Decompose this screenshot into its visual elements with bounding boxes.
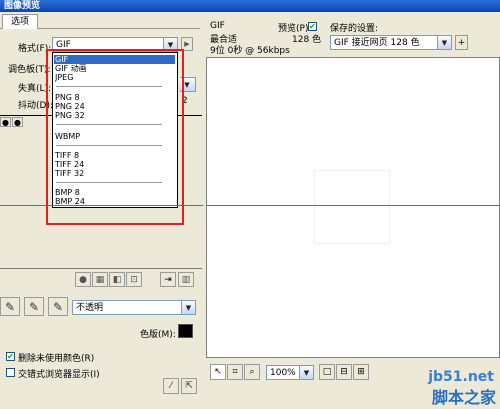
highlight-annotation [46, 49, 184, 225]
export-icon[interactable]: ⇱ [181, 378, 197, 394]
add-color-icon[interactable]: ⇥ [160, 272, 176, 287]
dot-button-right[interactable]: ● [12, 117, 23, 127]
matte-label: 色版(M): [140, 330, 176, 340]
eyedropper-icon[interactable]: ✎ [0, 297, 20, 316]
remove-unused-checkbox[interactable]: ✔ [6, 352, 15, 361]
chevron-down-icon[interactable]: ▼ [299, 366, 313, 379]
transparency-select[interactable]: 不透明 ▼ [72, 300, 196, 315]
palette-label: 调色板(T): [8, 65, 51, 75]
remove-unused-label: 删除未使用颜色(R) [18, 354, 95, 364]
saved-settings-value: GIF 接近网页 128 色 [334, 38, 420, 48]
saved-settings-select[interactable]: GIF 接近网页 128 色 ▼ [330, 35, 452, 50]
interlace-label: 交错式浏览器显示(I) [18, 370, 100, 380]
interlace-checkbox[interactable] [6, 368, 15, 377]
crop-icon[interactable]: ⌗ [227, 364, 243, 380]
preview-checkbox[interactable]: ✔ [308, 22, 317, 31]
pointer-icon[interactable]: ↖ [210, 364, 226, 380]
grid-icon[interactable]: ▦ [92, 272, 108, 287]
tab-bar: 选项 [0, 12, 200, 29]
watermark-name: 脚本之家 [431, 388, 496, 407]
preview-info-line: 9位 0秒 @ 56kbps [210, 46, 290, 56]
add-setting-button[interactable]: + [455, 35, 468, 50]
window-title: 图像预览 [0, 0, 500, 12]
wand-icon[interactable]: ⁄ [163, 378, 179, 394]
lock-icon[interactable]: ⊡ [126, 272, 142, 287]
dot-button-left[interactable]: ● [0, 117, 11, 127]
colors-count: 128 色 [292, 35, 322, 45]
preview-format-name: GIF [210, 21, 225, 31]
saved-settings-label: 保存的设置: [330, 24, 379, 34]
quad-view-icon[interactable]: ⊞ [353, 364, 369, 380]
cube-icon[interactable]: ◧ [109, 272, 125, 287]
split-view-icon[interactable]: ⊟ [336, 364, 352, 380]
eyedropper-minus-icon[interactable]: ✎ [48, 297, 68, 316]
zoom-icon[interactable]: ⌕ [244, 364, 260, 380]
red-guide-line-preview [206, 205, 500, 206]
zoom-value: 100% [270, 368, 296, 378]
chevron-down-icon[interactable]: ▼ [437, 36, 451, 49]
palette-divider [0, 268, 202, 269]
single-view-icon[interactable]: □ [319, 364, 335, 380]
transparency-value: 不透明 [76, 303, 104, 313]
trash-icon[interactable]: ▥ [178, 272, 194, 287]
tab-options[interactable]: 选项 [2, 14, 38, 29]
preview-image [314, 170, 390, 244]
chevron-down-icon[interactable]: ▼ [181, 301, 195, 314]
eyedropper-plus-icon[interactable]: ✎ [24, 297, 44, 316]
zoom-select[interactable]: 100% ▼ [266, 365, 314, 380]
circle-icon[interactable]: ● [75, 272, 91, 287]
matte-color-swatch[interactable] [178, 324, 193, 338]
watermark-site: jb51.net [428, 369, 494, 385]
